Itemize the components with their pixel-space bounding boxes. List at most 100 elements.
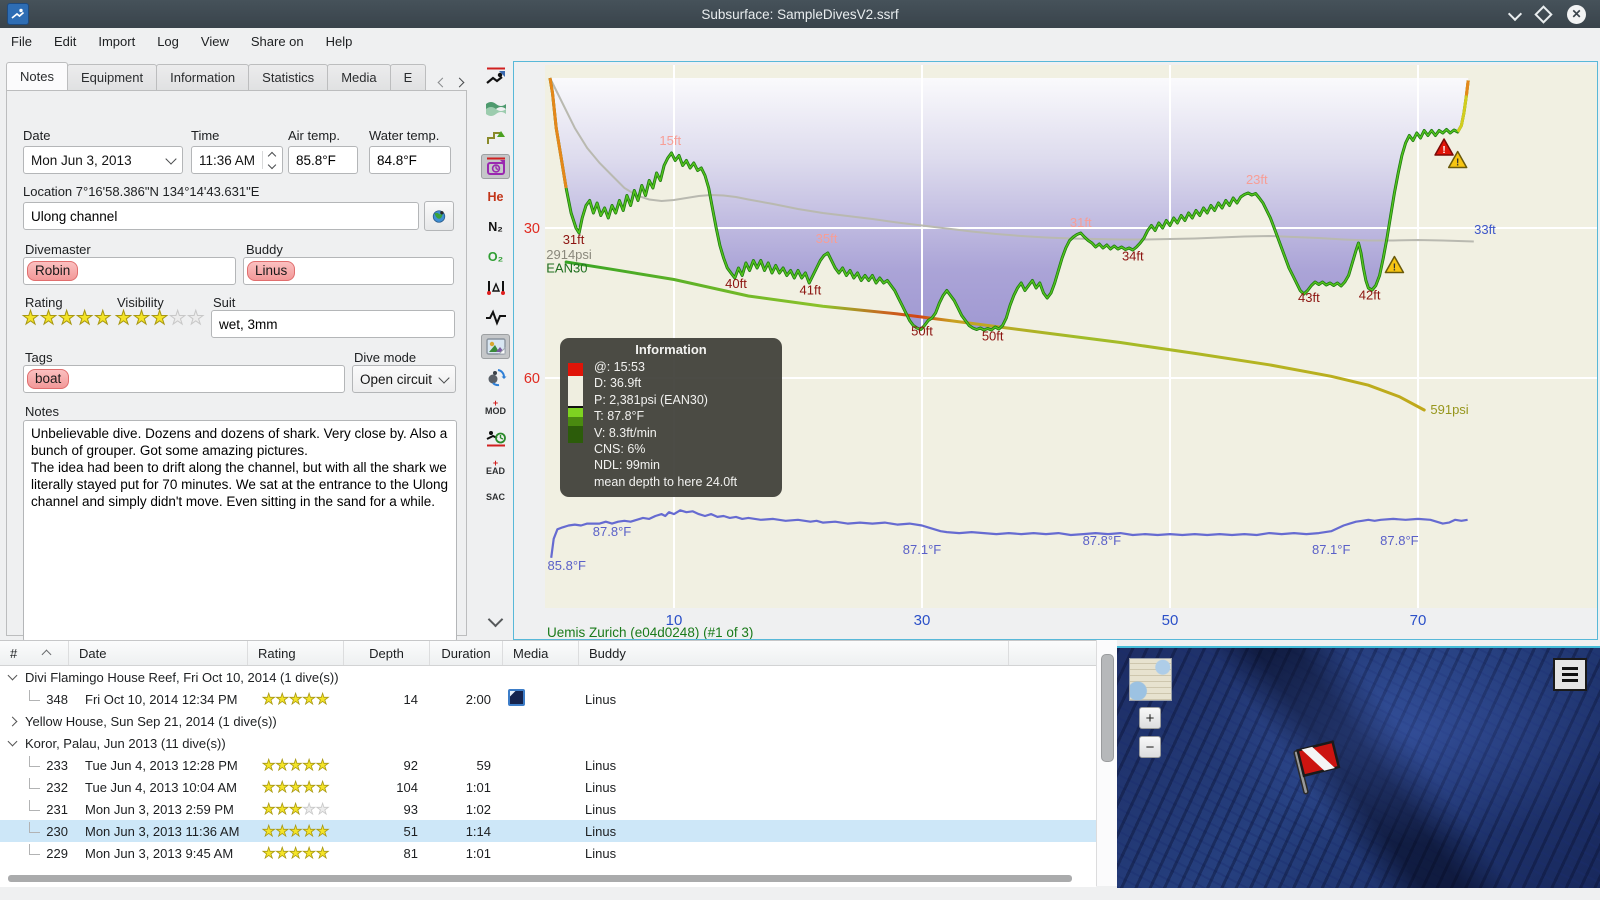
dive-list-horizontal-scrollbar[interactable]	[0, 871, 1090, 885]
star-icon[interactable]: ★	[288, 691, 302, 709]
tab-e[interactable]: E	[389, 64, 427, 90]
mod-toggle-button[interactable]: + MOD	[481, 394, 510, 419]
tab-equipment[interactable]: Equipment	[66, 64, 158, 90]
date-combobox[interactable]: Mon Jun 3, 2013	[23, 146, 183, 174]
star-icon[interactable]: ★	[169, 308, 187, 330]
collapse-icon[interactable]	[7, 670, 18, 681]
expand-icon[interactable]	[7, 716, 18, 726]
dive-trip-group-row[interactable]: Yellow House, Sun Sep 21, 2014 (1 dive(s…	[0, 710, 1096, 732]
buddy-chip[interactable]: Linus	[247, 261, 296, 281]
visibility-stars[interactable]: ★★★★★	[114, 307, 205, 330]
heartrate-toggle-button[interactable]	[481, 304, 510, 329]
star-icon[interactable]: ★	[315, 845, 329, 863]
vscrollbar-thumb[interactable]	[1101, 654, 1114, 762]
menu-log[interactable]: Log	[146, 28, 190, 55]
air-temp-field[interactable]	[288, 146, 358, 174]
star-icon[interactable]: ★	[275, 823, 289, 841]
media-thumbnail-icon[interactable]	[508, 689, 525, 706]
dive-site-map[interactable]: + −	[1117, 646, 1600, 888]
menu-share-on[interactable]: Share on	[240, 28, 315, 55]
map-globe-button[interactable]	[424, 201, 454, 231]
photos-toggle-button[interactable]	[481, 334, 510, 359]
toolbar-scroll-down-icon[interactable]	[481, 607, 510, 632]
star-icon[interactable]: ★	[302, 757, 316, 775]
dive-row-230[interactable]: 230 Mon Jun 3, 2013 11:36 AM ★★★★★ 51 1:14 Li…	[0, 820, 1096, 842]
star-icon[interactable]: ★	[302, 801, 316, 819]
ceiling-toggle-button[interactable]	[481, 124, 510, 149]
suit-input[interactable]	[219, 316, 447, 332]
menu-import[interactable]: Import	[87, 28, 146, 55]
column-header-buddy[interactable]: Buddy	[578, 641, 1008, 665]
salinity-toggle-button[interactable]	[481, 94, 510, 119]
star-icon[interactable]: ★	[275, 801, 289, 819]
time-spinbox[interactable]: 11:36 AM	[191, 146, 283, 174]
star-icon[interactable]: ★	[40, 308, 58, 330]
menu-file[interactable]: File	[0, 28, 43, 55]
star-icon[interactable]: ★	[262, 823, 276, 841]
star-icon[interactable]: ★	[151, 308, 169, 330]
suit-field[interactable]	[211, 310, 455, 338]
column-header-duration[interactable]: Duration	[429, 641, 502, 665]
star-icon[interactable]: ★	[288, 757, 302, 775]
notes-textarea[interactable]: Unbelievable dive. Dozens and dozens of …	[31, 425, 449, 637]
dive-mode-dropdown-icon[interactable]	[438, 371, 450, 384]
star-icon[interactable]: ★	[58, 308, 76, 330]
collapse-icon[interactable]	[7, 736, 18, 747]
dive-trip-group-row[interactable]: Koror, Palau, Jun 2013 (11 dive(s))	[0, 732, 1096, 754]
star-icon[interactable]: ★	[76, 308, 94, 330]
star-icon[interactable]: ★	[288, 801, 302, 819]
maximize-icon[interactable]	[1534, 4, 1553, 24]
star-icon[interactable]: ★	[262, 691, 276, 709]
tab-information[interactable]: Information	[156, 64, 250, 90]
star-icon[interactable]: ★	[302, 845, 316, 863]
dive-row-348[interactable]: 348 Fri Oct 10, 2014 12:34 PM ★★★★★ 14 2:00 L…	[0, 688, 1096, 710]
rating-stars[interactable]: ★★★★★	[21, 307, 112, 330]
o2-graph-toggle-button[interactable]: O₂	[481, 244, 510, 269]
dive-list-vertical-scrollbar[interactable]	[1096, 640, 1117, 886]
star-icon[interactable]: ★	[315, 823, 329, 841]
star-icon[interactable]: ★	[114, 308, 133, 330]
dive-profile-panel[interactable]: 10 30 50 70 30 60 31ft 2914psi EAN30 15ft 40ft 41ft…	[514, 62, 1597, 640]
star-icon[interactable]: ★	[288, 845, 302, 863]
dive-row-232[interactable]: 232 Tue Jun 4, 2013 10:04 AM ★★★★★ 104 1:01 L…	[0, 776, 1096, 798]
tab-notes[interactable]: Notes	[6, 62, 68, 90]
menu-view[interactable]: View	[190, 28, 240, 55]
dive-trip-group-row[interactable]: Divi Flamingo House Reef, Fri Oct 10, 20…	[0, 666, 1096, 688]
ndl-toggle-button[interactable]	[481, 424, 510, 449]
dive-flag-marker[interactable]	[1282, 736, 1354, 798]
water-temp-input[interactable]	[377, 152, 443, 168]
ruler-toggle-button[interactable]	[481, 274, 510, 299]
star-icon[interactable]: ★	[187, 308, 205, 330]
star-icon[interactable]: ★	[315, 801, 329, 819]
tab-scroll-right-icon[interactable]	[454, 77, 465, 88]
star-icon[interactable]: ★	[302, 779, 316, 797]
dive-computer-toggle-button[interactable]	[481, 154, 510, 179]
map-zoom-out-button[interactable]: −	[1139, 736, 1161, 758]
tab-statistics[interactable]: Statistics	[248, 64, 329, 90]
star-icon[interactable]: ★	[262, 779, 276, 797]
notes-field[interactable]: Unbelievable dive. Dozens and dozens of …	[23, 420, 457, 642]
water-temp-field[interactable]	[369, 146, 451, 174]
star-icon[interactable]: ★	[275, 757, 289, 775]
close-icon[interactable]: ✕	[1567, 4, 1586, 24]
gas-change-toggle-button[interactable]	[481, 364, 510, 389]
star-icon[interactable]: ★	[275, 845, 289, 863]
n2-graph-toggle-button[interactable]: N₂	[481, 214, 510, 239]
star-icon[interactable]: ★	[262, 757, 276, 775]
dc-ceiling-toggle-button[interactable]	[481, 64, 510, 89]
sac-toggle-button[interactable]: SAC	[481, 484, 510, 509]
star-icon[interactable]: ★	[315, 779, 329, 797]
star-icon[interactable]: ★	[94, 308, 112, 330]
tab-media[interactable]: Media	[327, 64, 391, 90]
column-header-date[interactable]: Date	[68, 641, 247, 665]
dive-mode-select[interactable]: Open circuit	[352, 365, 456, 393]
date-dropdown-icon[interactable]	[165, 152, 177, 165]
hscrollbar-thumb[interactable]	[8, 875, 1072, 882]
star-icon[interactable]: ★	[275, 779, 289, 797]
dive-row-233[interactable]: 233 Tue Jun 4, 2013 12:28 PM ★★★★★ 92 59 Linu…	[0, 754, 1096, 776]
air-temp-input[interactable]	[296, 152, 350, 168]
star-icon[interactable]: ★	[302, 691, 316, 709]
tag-chip[interactable]: boat	[27, 369, 70, 389]
column-header-media[interactable]: Media	[502, 641, 578, 665]
menu-edit[interactable]: Edit	[43, 28, 87, 55]
